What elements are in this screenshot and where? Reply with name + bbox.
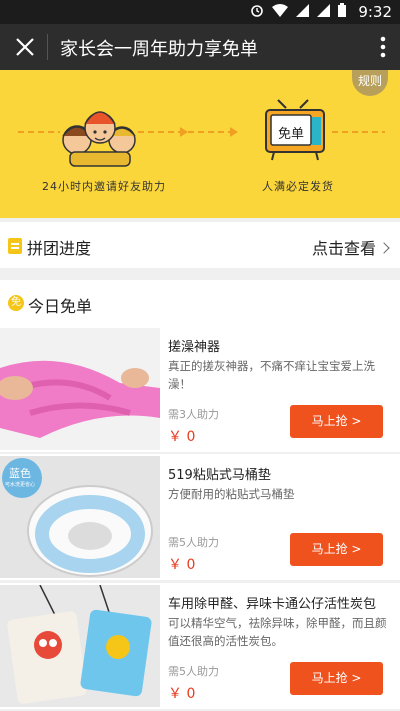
grab-now-button[interactable]: 马上抢 > [290,405,383,438]
banner-illustration [18,99,385,167]
chevron-right-icon [378,242,390,254]
page-title: 家长会一周年助力享免单 [60,39,258,60]
wifi-icon [272,3,289,21]
tv-screen-text: 免单 [277,127,304,142]
battery-icon [338,3,347,21]
product-item[interactable]: 蓝色 可水洗更省心 519粘贴式马桶垫 方便耐用的粘贴式马桶垫 需5人助力 ￥ … [0,454,400,580]
product-image [0,585,160,707]
today-free-label: 今日免单 [28,297,93,316]
product-desc: 可以精华空气，祛除异味，除甲醛，而且颜值还很高的活性炭包。 [168,616,387,648]
product-price: ￥ 0 [168,557,196,573]
product-desc: 方便耐用的粘贴式马桶垫 [168,487,295,501]
alarm-icon [250,3,264,21]
status-icons: 9:32 [250,3,392,21]
grab-now-button[interactable]: 马上抢 > [290,533,383,566]
today-free-header: 免 今日免单 [0,280,400,326]
product-image [0,328,160,450]
progress-label: 拼团进度 [27,239,92,258]
list-icon [8,238,22,254]
signal-icon-2 [317,3,331,21]
view-label: 点击查看 [311,239,376,258]
product-price: ￥ 0 [168,429,196,445]
close-icon[interactable] [12,34,38,60]
help-needed: 需5人助力 [168,665,219,678]
product-item[interactable]: 车用除甲醛、异味卡通公仔活性炭包 可以精华空气，祛除异味，除甲醛，而且颜值还很高… [0,583,400,709]
help-needed: 需3人助力 [168,408,219,421]
event-banner: 免单 规则 24小时内邀请好友助力 人满必定发货 [0,70,400,218]
product-item[interactable]: 搓澡神器 真正的搓灰神器，不痛不痒让宝宝爱上洗澡！ 需3人助力 ￥ 0 马上抢 … [0,326,400,452]
free-badge-icon: 免 [8,295,24,311]
product-price: ￥ 0 [168,686,196,702]
title-divider [47,34,48,60]
step2-text: 人满必定发货 [262,180,334,193]
product-name: 车用除甲醛、异味卡通公仔活性炭包 [168,597,377,612]
friends-icon [62,111,136,167]
view-progress-link[interactable]: 点击查看 [311,235,390,259]
group-progress-row[interactable]: 拼团进度 点击查看 [0,222,400,268]
color-tag-sub: 可水洗更省心 [5,482,36,488]
step1-text: 24小时内邀请好友助力 [42,180,166,193]
product-desc: 真正的搓灰神器，不痛不痒让宝宝爱上洗澡！ [168,359,375,391]
product-name: 519粘贴式马桶垫 [168,468,271,483]
status-bar: 9:32 [0,0,400,24]
title-bar: 家长会一周年助力享免单 [0,24,400,70]
grab-now-button[interactable]: 马上抢 > [290,662,383,695]
status-time: 9:32 [358,3,392,21]
help-needed: 需5人助力 [168,536,219,549]
signal-icon [296,3,310,21]
color-tag-main: 蓝色 [9,467,31,480]
more-menu-icon[interactable] [380,36,386,58]
product-name: 搓澡神器 [168,340,221,355]
product-image: 蓝色 可水洗更省心 [0,456,160,578]
